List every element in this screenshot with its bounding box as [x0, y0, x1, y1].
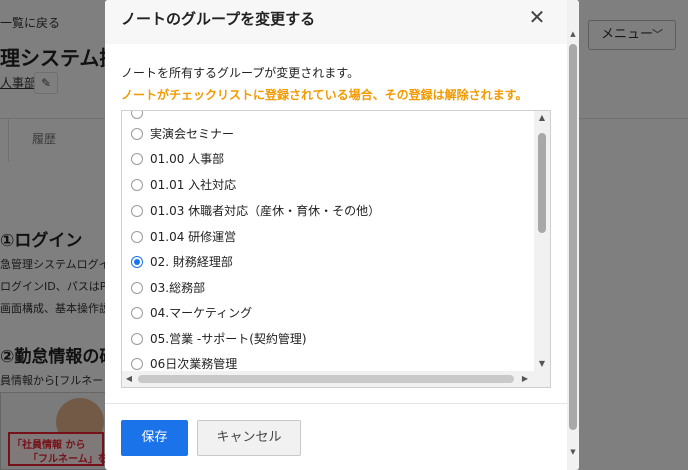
- group-list-viewport: 実演会セミナー 01.00 人事部 01.01 入社対応 01.03 休職者対応…: [122, 111, 534, 371]
- list-item-label: 06日次業務管理: [150, 357, 238, 371]
- scroll-down-icon[interactable]: ▼: [567, 446, 579, 458]
- list-item-label: 03.総務部: [150, 281, 206, 295]
- radio-button[interactable]: [131, 231, 143, 243]
- list-item[interactable]: 06日次業務管理: [122, 352, 534, 371]
- list-item-label: 実演会セミナー: [150, 127, 235, 141]
- list-item[interactable]: 01.04 研修運営: [122, 225, 534, 250]
- scroll-right-icon[interactable]: ▶: [518, 371, 532, 387]
- dialog-title: ノートのグループを変更する: [121, 10, 316, 28]
- radio-button[interactable]: [131, 179, 143, 191]
- list-item-label: 01.00 人事部: [150, 152, 225, 166]
- list-horizontal-scrollbar[interactable]: ◀ ▶: [122, 371, 550, 387]
- scroll-up-icon[interactable]: ▲: [567, 28, 579, 40]
- scroll-left-icon[interactable]: ◀: [122, 371, 136, 387]
- dialog-warning: ノートがチェックリストに登録されている場合、その登録は解除されます。: [121, 88, 528, 102]
- cancel-button[interactable]: キャンセル: [197, 420, 301, 456]
- dialog-header: ノートのグループを変更する ✕: [105, 0, 579, 44]
- list-item-label: 01.04 研修運営: [150, 230, 237, 244]
- footer-divider: [105, 403, 569, 404]
- change-group-dialog: ノートのグループを変更する ✕ ノートを所有するグループが変更されます。 ノート…: [105, 0, 579, 470]
- radio-button[interactable]: [131, 111, 143, 119]
- list-item[interactable]: 05.営業 -サポート(契約管理): [122, 327, 534, 352]
- list-item[interactable]: 01.03 休職者対応（産休・育休・その他）: [122, 199, 534, 224]
- scrollbar-thumb[interactable]: [138, 375, 514, 383]
- list-item[interactable]: 実演会セミナー: [122, 122, 534, 147]
- radio-button[interactable]: [131, 128, 143, 140]
- list-item[interactable]: 03.総務部: [122, 276, 534, 301]
- scrollbar-thumb[interactable]: [538, 133, 546, 233]
- list-vertical-scrollbar[interactable]: ▲ ▼: [534, 111, 550, 371]
- list-item-label: 05.営業 -サポート(契約管理): [150, 332, 307, 346]
- list-item[interactable]: 04.マーケティング: [122, 301, 534, 326]
- radio-button[interactable]: [131, 205, 143, 217]
- scrollbar-thumb[interactable]: [569, 44, 577, 430]
- save-button[interactable]: 保存: [121, 420, 188, 456]
- radio-button[interactable]: [131, 307, 143, 319]
- list-item-label: 01.03 休職者対応（産休・育休・その他）: [150, 204, 381, 218]
- list-item[interactable]: 01.01 入社対応: [122, 173, 534, 198]
- list-item-label: 01.01 入社対応: [150, 178, 237, 192]
- list-item-selected[interactable]: 02. 財務経理部: [122, 250, 534, 275]
- radio-button[interactable]: [131, 153, 143, 165]
- scroll-down-icon[interactable]: ▼: [534, 357, 550, 371]
- list-item[interactable]: 01.00 人事部: [122, 147, 534, 172]
- close-icon[interactable]: ✕: [525, 6, 549, 30]
- dialog-description: ノートを所有するグループが変更されます。: [121, 66, 360, 80]
- list-item-label: 04.マーケティング: [150, 306, 253, 320]
- radio-button[interactable]: [131, 333, 143, 345]
- scroll-up-icon[interactable]: ▲: [534, 111, 550, 125]
- dialog-vertical-scrollbar[interactable]: ▲ ▼: [567, 0, 579, 470]
- group-list[interactable]: 実演会セミナー 01.00 人事部 01.01 入社対応 01.03 休職者対応…: [121, 110, 551, 388]
- list-item-label: 02. 財務経理部: [150, 255, 233, 269]
- radio-button[interactable]: [131, 282, 143, 294]
- radio-button-checked[interactable]: [131, 256, 143, 268]
- radio-button[interactable]: [131, 358, 143, 370]
